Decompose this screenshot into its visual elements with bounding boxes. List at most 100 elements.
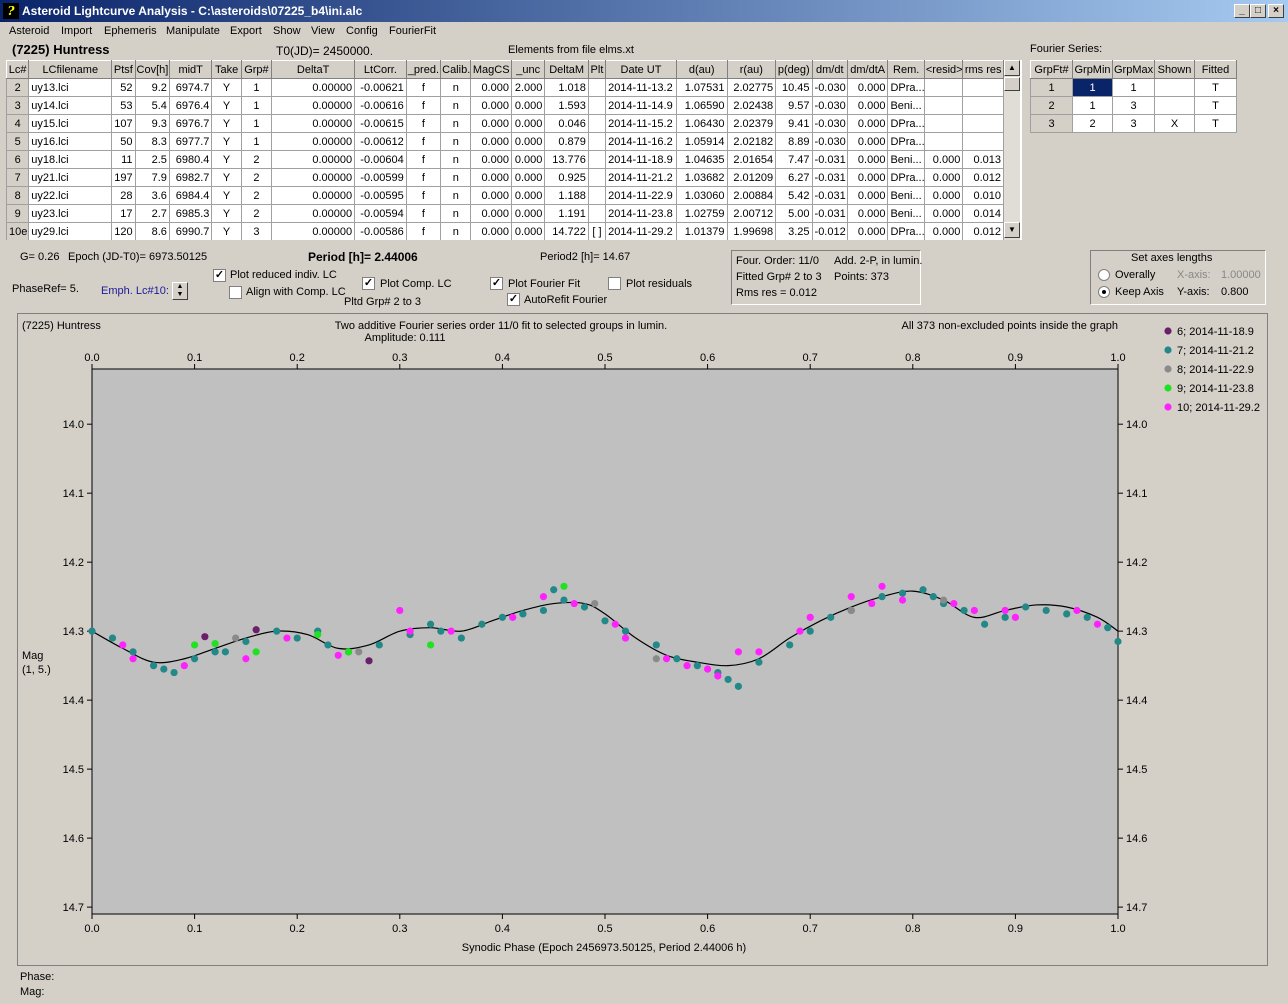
table-cell[interactable]: -0.00604 (354, 150, 407, 169)
table-cell[interactable]: 0.000 (470, 186, 512, 205)
table-cell[interactable]: 107 (111, 114, 136, 133)
fourier-cell[interactable] (1154, 96, 1195, 115)
table-cell[interactable]: 3 (240, 222, 273, 240)
table-cell[interactable]: 2014-11-13.2 (605, 78, 677, 97)
table-cell[interactable]: 2.01654 (726, 150, 777, 169)
table-cell[interactable]: 0.000 (470, 222, 512, 240)
table-cell[interactable]: n (440, 222, 472, 240)
table-cell[interactable]: 6990.7 (168, 222, 213, 240)
table-cell[interactable]: 2.5 (134, 150, 170, 169)
scroll-up-icon[interactable]: ▲ (1004, 60, 1020, 76)
table-cell[interactable]: 6974.7 (168, 78, 213, 97)
table-cell[interactable] (587, 186, 607, 205)
table-cell[interactable]: n (440, 96, 472, 115)
keep-axis-radio[interactable] (1098, 286, 1110, 298)
fourier-row-header[interactable]: 3 (1030, 114, 1073, 133)
table-cell[interactable]: f (405, 96, 442, 115)
table-cell[interactable]: 2.00884 (726, 186, 777, 205)
table-cell[interactable]: n (440, 78, 472, 97)
table-cell[interactable]: 7.9 (134, 168, 170, 187)
menu-import[interactable]: Import (61, 25, 92, 37)
table-cell[interactable]: 2.00712 (726, 204, 777, 223)
table-cell[interactable]: 17 (111, 204, 136, 223)
table-cell[interactable]: 0.000 (923, 150, 964, 169)
table-cell[interactable]: -0.030 (811, 132, 848, 151)
table-cell[interactable]: f (405, 168, 442, 187)
table-cell[interactable] (962, 114, 1004, 133)
table-cell[interactable]: 5.4 (134, 96, 170, 115)
table-cell[interactable]: n (440, 168, 472, 187)
table-cell[interactable] (923, 132, 964, 151)
lc-col-header[interactable]: Ptsf (111, 60, 136, 79)
table-cell[interactable] (923, 114, 964, 133)
table-cell[interactable]: -0.00612 (354, 132, 407, 151)
table-cell[interactable]: 2 (240, 204, 273, 223)
table-cell[interactable]: 0.000 (923, 204, 964, 223)
fourier-row[interactable]: 111T (1030, 78, 1237, 97)
fourier-cell[interactable]: 2 (1072, 114, 1113, 133)
table-row[interactable]: 3 uy14.lci 53 5.4 6976.4 Y 1 0.00000 -0.00616 f n 0… (6, 96, 1004, 115)
table-cell[interactable]: 0.012 (962, 222, 1004, 240)
table-cell[interactable]: Y (211, 96, 242, 115)
table-cell[interactable]: 0.000 (923, 168, 964, 187)
table-cell[interactable]: 0.000 (510, 114, 546, 133)
table-cell[interactable]: 0.014 (962, 204, 1004, 223)
lc-col-header[interactable]: d(au) (675, 60, 728, 79)
minimize-button[interactable]: _ (1234, 4, 1250, 18)
table-cell[interactable]: 0.00000 (271, 168, 356, 187)
table-row[interactable]: 5 uy16.lci 50 8.3 6977.7 Y 1 0.00000 -0.00612 f n 0… (6, 132, 1004, 151)
table-cell[interactable]: 6982.7 (168, 168, 213, 187)
lc-col-header[interactable]: LtCorr. (354, 60, 407, 79)
scroll-down-icon[interactable]: ▼ (1004, 222, 1020, 238)
table-cell[interactable]: -0.00595 (354, 186, 407, 205)
table-cell[interactable]: uy14.lci (28, 96, 113, 115)
table-cell[interactable]: -0.00599 (354, 168, 407, 187)
lc-col-header[interactable]: dm/dt (811, 60, 848, 79)
table-cell[interactable]: 0.000 (470, 114, 512, 133)
table-cell[interactable]: 2.7 (134, 204, 170, 223)
table-cell[interactable]: 8.3 (134, 132, 170, 151)
table-cell[interactable]: 1.06590 (675, 96, 728, 115)
table-cell[interactable]: 120 (111, 222, 136, 240)
table-cell[interactable]: 0.879 (544, 132, 589, 151)
table-cell[interactable]: -0.00621 (354, 78, 407, 97)
lc-table-scrollbar[interactable]: ▲ ▼ (1004, 60, 1020, 240)
scroll-thumb[interactable] (1004, 77, 1020, 91)
table-cell[interactable]: uy29.lci (28, 222, 113, 240)
table-cell[interactable]: 0.000 (510, 222, 546, 240)
menu-asteroid[interactable]: Asteroid (9, 25, 49, 37)
table-cell[interactable]: 0.000 (846, 168, 889, 187)
table-cell[interactable]: 50 (111, 132, 136, 151)
table-cell[interactable]: 1.06430 (675, 114, 728, 133)
table-cell[interactable]: 14.722 (544, 222, 589, 240)
table-cell[interactable]: uy15.lci (28, 114, 113, 133)
table-row[interactable]: 4 uy15.lci 107 9.3 6976.7 Y 1 0.00000 -0.00615 f n… (6, 114, 1004, 133)
table-cell[interactable]: uy21.lci (28, 168, 113, 187)
period-value[interactable]: Period [h]= 2.44006 (308, 250, 418, 264)
table-cell[interactable]: 0.00000 (271, 132, 356, 151)
table-cell[interactable]: 0.000 (470, 132, 512, 151)
table-cell[interactable]: 6976.4 (168, 96, 213, 115)
table-cell[interactable]: 3.25 (775, 222, 813, 240)
table-cell[interactable]: 0.046 (544, 114, 589, 133)
menu-fourierfit[interactable]: FourierFit (389, 25, 436, 37)
lc-col-header[interactable]: DeltaT (271, 60, 356, 79)
table-cell[interactable]: 2 (240, 186, 273, 205)
table-cell[interactable]: f (405, 114, 442, 133)
menu-config[interactable]: Config (346, 25, 378, 37)
table-cell[interactable]: 0.000 (510, 204, 546, 223)
table-cell[interactable]: f (405, 186, 442, 205)
table-cell[interactable]: Y (211, 204, 242, 223)
table-cell[interactable]: DPra... (887, 78, 925, 97)
table-cell[interactable]: DPra... (887, 168, 925, 187)
table-cell[interactable]: Y (211, 168, 242, 187)
lc-col-header[interactable]: Take (211, 60, 242, 79)
row-header[interactable]: 3 (6, 96, 30, 115)
table-cell[interactable] (587, 150, 607, 169)
table-row[interactable]: 8 uy22.lci 28 3.6 6984.4 Y 2 0.00000 -0.00595 f n 0… (6, 186, 1004, 205)
table-cell[interactable] (587, 132, 607, 151)
table-cell[interactable]: 0.00000 (271, 96, 356, 115)
table-cell[interactable]: 0.000 (510, 96, 546, 115)
table-cell[interactable]: -0.031 (811, 168, 848, 187)
lc-col-header[interactable]: Date UT (605, 60, 677, 79)
